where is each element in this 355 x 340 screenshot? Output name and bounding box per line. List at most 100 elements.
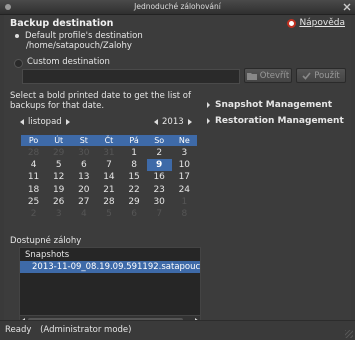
calendar-day[interactable]: 30 bbox=[71, 147, 96, 159]
status-bar: Ready (Administrator mode) bbox=[0, 320, 355, 340]
backup-destination-heading: Backup destination bbox=[10, 18, 114, 29]
expander-arrow-icon bbox=[207, 102, 210, 108]
calendar-day[interactable]: 1 bbox=[172, 196, 197, 208]
calendar-day[interactable]: 23 bbox=[147, 184, 172, 196]
calendar-week-row: 11 12 13 14 15 16 17 bbox=[21, 171, 197, 183]
calendar-day[interactable]: 15 bbox=[122, 171, 147, 183]
calendar-day[interactable]: 7 bbox=[96, 159, 121, 171]
snapshot-management-label: Snapshot Management bbox=[215, 100, 333, 110]
calendar-day[interactable]: 19 bbox=[46, 184, 71, 196]
weekday-label: Ne bbox=[178, 136, 190, 145]
calendar-day[interactable]: 7 bbox=[147, 208, 172, 220]
calendar-day[interactable]: 1 bbox=[122, 147, 147, 159]
help-button[interactable]: Nápověda bbox=[287, 18, 345, 28]
prev-year-icon[interactable] bbox=[154, 119, 158, 125]
next-month-icon[interactable] bbox=[65, 119, 70, 125]
calendar-weekday-header: Po Út St Čt Pá So Ne bbox=[21, 135, 197, 146]
calendar-day[interactable]: 6 bbox=[71, 159, 96, 171]
available-backups-label: Dostupné zálohy bbox=[10, 236, 82, 246]
calendar-day[interactable]: 29 bbox=[46, 147, 71, 159]
calendar-instruction: Select a bold printed date to get the li… bbox=[10, 91, 191, 111]
window-title: Jednoduché zálohování bbox=[134, 2, 221, 11]
calendar-day[interactable]: 8 bbox=[172, 208, 197, 220]
snapshot-row[interactable]: 2013-11-09_08.19.09.591192.satapouch bbox=[20, 261, 200, 273]
calendar-day[interactable]: 8 bbox=[122, 159, 147, 171]
year-selector: 2013 bbox=[154, 117, 192, 127]
default-destination-radio[interactable]: Default profile's destination bbox=[14, 31, 143, 41]
calendar-day[interactable]: 26 bbox=[46, 196, 71, 208]
use-button-label: Použít bbox=[314, 70, 340, 81]
weekday-label: St bbox=[79, 136, 88, 145]
calendar-day[interactable]: 24 bbox=[172, 184, 197, 196]
month-label: listopad bbox=[28, 117, 62, 127]
calendar-day[interactable]: 4 bbox=[21, 159, 46, 171]
weekday-label: So bbox=[154, 136, 165, 145]
calendar-day[interactable]: 31 bbox=[96, 147, 121, 159]
default-destination-label: Default profile's destination bbox=[25, 31, 143, 41]
calendar-day[interactable]: 2 bbox=[21, 208, 46, 220]
expander-arrow-icon bbox=[207, 118, 210, 124]
custom-destination-label: Custom destination bbox=[27, 57, 110, 67]
calendar-day[interactable]: 10 bbox=[172, 159, 197, 171]
calendar-day[interactable]: 18 bbox=[21, 184, 46, 196]
snapshot-management-expander[interactable]: Snapshot Management bbox=[207, 100, 332, 110]
calendar-week-row: 18 19 20 21 22 23 24 bbox=[21, 184, 197, 196]
weekday-label: Út bbox=[54, 136, 64, 145]
restoration-management-expander[interactable]: Restoration Management bbox=[207, 116, 344, 126]
custom-destination-radio[interactable]: Custom destination bbox=[14, 57, 110, 68]
calendar-week-row: 4 5 6 7 8 9 10 bbox=[21, 159, 197, 172]
calendar-day[interactable]: 13 bbox=[71, 171, 96, 183]
snapshots-column-header[interactable]: Snapshots bbox=[25, 250, 69, 260]
next-year-icon[interactable] bbox=[187, 119, 192, 125]
year-label: 2013 bbox=[162, 117, 184, 127]
calendar-day[interactable]: 6 bbox=[122, 208, 147, 220]
prev-month-icon[interactable] bbox=[20, 119, 24, 125]
weekday-label: Čt bbox=[104, 136, 114, 145]
main-window: Backup destination Nápověda Default prof… bbox=[4, 15, 351, 336]
calendar-day[interactable]: 22 bbox=[122, 184, 147, 196]
open-button[interactable]: Otevřít bbox=[244, 68, 292, 83]
window-titlebar[interactable]: Jednoduché zálohování bbox=[0, 0, 355, 15]
calendar-day[interactable]: 17 bbox=[172, 171, 197, 183]
default-destination-path: /home/satapouch/Zalohy bbox=[26, 41, 132, 51]
open-button-label: Otevřít bbox=[259, 70, 290, 81]
calendar-day[interactable]: 9 bbox=[146, 159, 172, 172]
calendar-day[interactable]: 20 bbox=[71, 184, 96, 196]
calendar-day[interactable]: 5 bbox=[96, 208, 121, 220]
calendar-day[interactable]: 16 bbox=[147, 171, 172, 183]
calendar-day[interactable]: 28 bbox=[96, 196, 121, 208]
calendar-day[interactable]: 11 bbox=[21, 171, 46, 183]
calendar-day[interactable]: 4 bbox=[71, 208, 96, 220]
calendar-grid: 28 29 30 31 1 2 3 4 5 6 7 8 9 10 11 12 13 14 15 16 17 18 19 20 2… bbox=[21, 147, 197, 220]
radio-unchecked-icon bbox=[14, 59, 23, 68]
calendar-week-row: 2345678 bbox=[21, 208, 197, 220]
weekday-label: Po bbox=[28, 136, 39, 145]
resize-grip-icon[interactable] bbox=[345, 330, 353, 338]
calendar-day[interactable]: 2 bbox=[147, 147, 172, 159]
calendar-day[interactable]: 27 bbox=[71, 196, 96, 208]
calendar-day[interactable]: 30 bbox=[147, 196, 172, 208]
use-button[interactable]: Použít bbox=[296, 68, 346, 83]
calendar-day[interactable]: 21 bbox=[96, 184, 121, 196]
restoration-management-label: Restoration Management bbox=[215, 116, 344, 126]
calendar-day[interactable]: 14 bbox=[96, 171, 121, 183]
calendar-week-row: 25 26 27 28 29 30 1 bbox=[21, 196, 197, 208]
calendar-day[interactable]: 29 bbox=[122, 196, 147, 208]
calendar-day[interactable]: 3 bbox=[46, 208, 71, 220]
month-selector: listopad bbox=[20, 117, 70, 127]
snapshots-list[interactable]: Snapshots 2013-11-09_08.19.09.591192.sat… bbox=[19, 247, 201, 327]
calendar-day[interactable]: 12 bbox=[46, 171, 71, 183]
help-icon bbox=[287, 18, 297, 28]
window-menu-icon[interactable] bbox=[4, 3, 12, 11]
mode-text: (Administrator mode) bbox=[40, 325, 132, 335]
weekday-label: Pá bbox=[129, 136, 139, 145]
calendar-day[interactable]: 28 bbox=[21, 147, 46, 159]
calendar-day[interactable]: 25 bbox=[21, 196, 46, 208]
calendar-day[interactable]: 5 bbox=[46, 159, 71, 171]
radio-checked-icon bbox=[15, 34, 19, 38]
custom-destination-input[interactable] bbox=[22, 69, 240, 84]
folder-icon bbox=[246, 72, 257, 80]
calendar-week-row: 28 29 30 31 1 2 3 bbox=[21, 147, 197, 159]
close-icon[interactable] bbox=[343, 3, 351, 11]
calendar-day[interactable]: 3 bbox=[172, 147, 197, 159]
